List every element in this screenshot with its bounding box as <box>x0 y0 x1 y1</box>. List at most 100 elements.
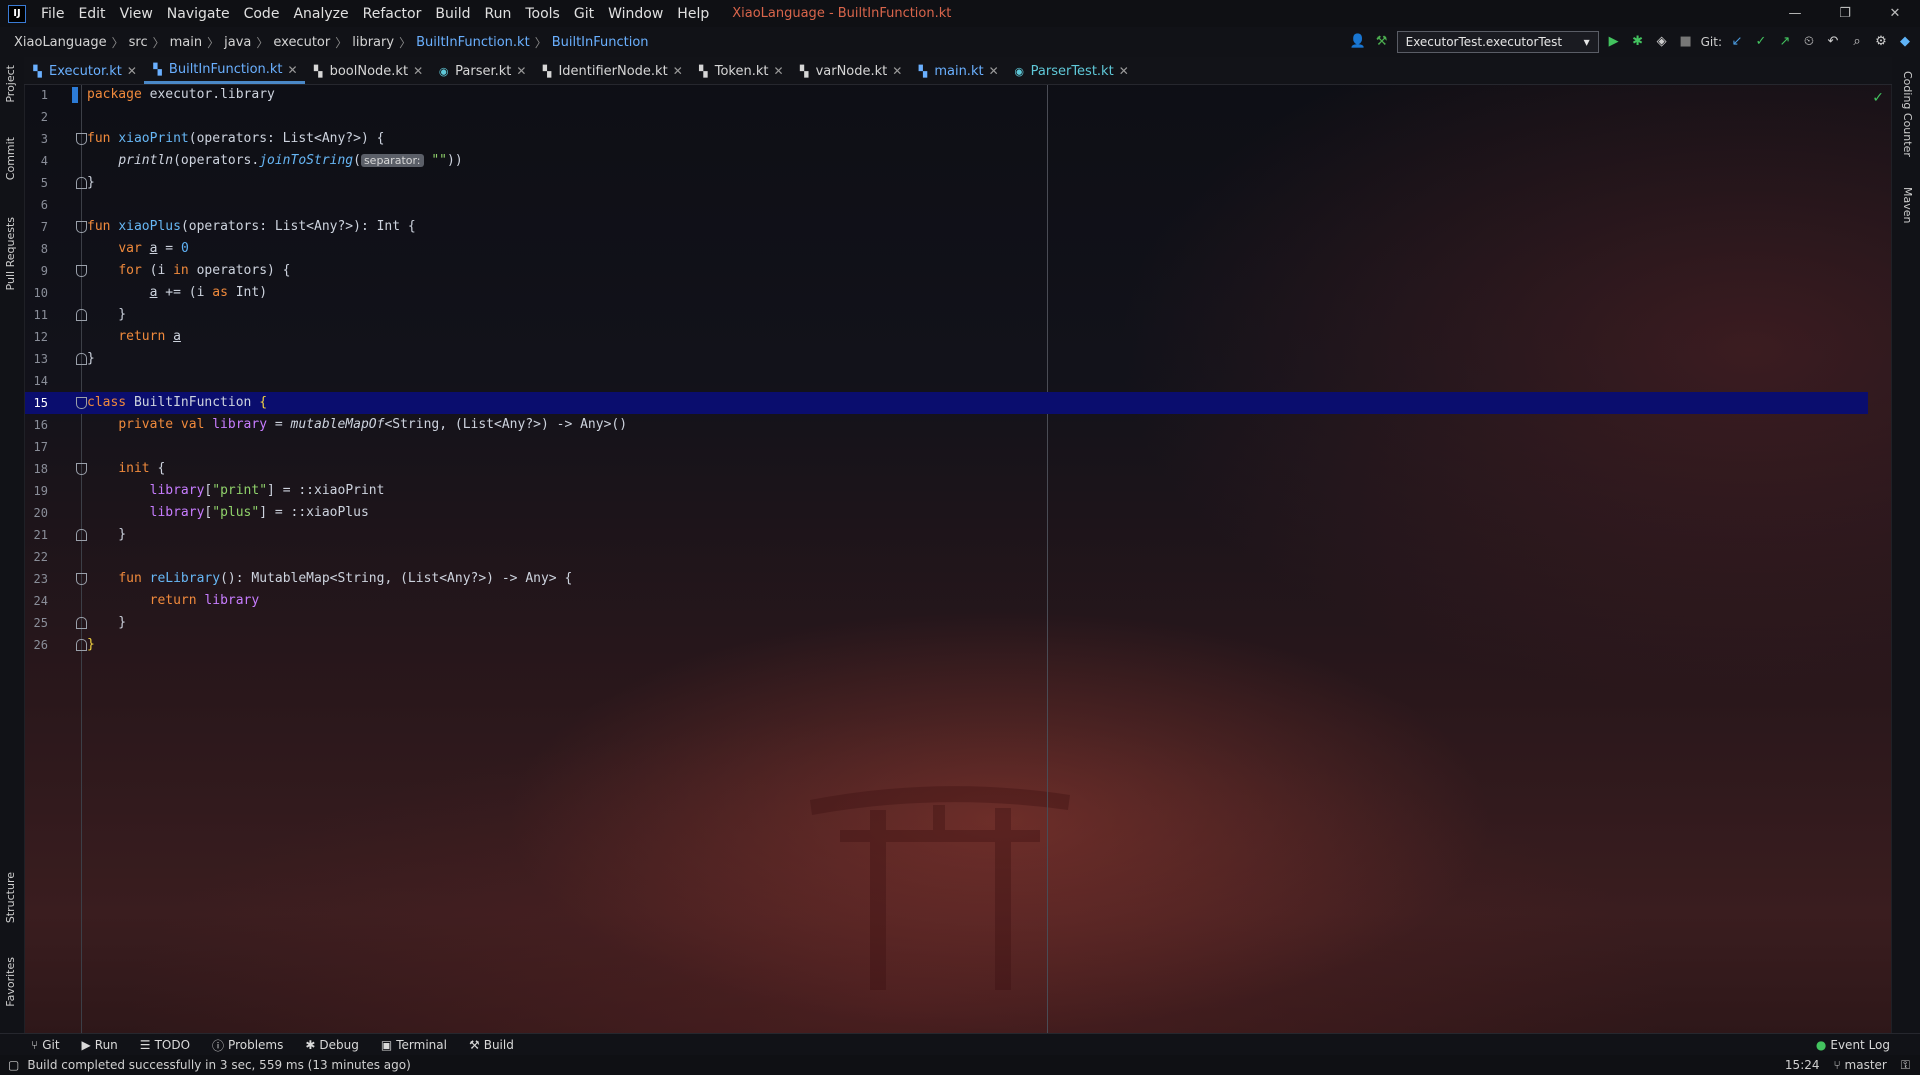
user-icon[interactable]: 👤 <box>1349 33 1367 51</box>
menu-tools[interactable]: Tools <box>518 6 567 22</box>
code-line[interactable]: 7 fun xiaoPlus(operators: List<Any?>): In… <box>24 216 1868 238</box>
tab-parser[interactable]: ◉ Parser.kt ✕ <box>430 58 533 84</box>
code-line[interactable]: 6 <box>24 194 1868 216</box>
rollback-icon[interactable]: ↶ <box>1824 33 1842 51</box>
no-problems-check-icon[interactable]: ✓ <box>1872 90 1884 106</box>
code-line[interactable]: 14 <box>24 370 1868 392</box>
tool-tab-project[interactable]: Project <box>4 65 17 103</box>
tool-tab-structure[interactable]: Structure <box>4 872 17 923</box>
tab-token[interactable]: ▚ Token.kt ✕ <box>690 58 791 84</box>
code-line[interactable]: 26} <box>24 634 1868 656</box>
code-line[interactable]: 12 return a <box>24 326 1868 348</box>
fold-icon[interactable] <box>76 617 87 629</box>
minimize-icon[interactable]: — <box>1770 0 1820 27</box>
close-tab-icon[interactable]: ✕ <box>1119 64 1129 78</box>
fold-icon[interactable] <box>76 221 87 233</box>
breadcrumb-java[interactable]: java <box>222 35 253 50</box>
menu-run[interactable]: Run <box>478 6 519 22</box>
stop-icon[interactable]: ■ <box>1677 33 1695 51</box>
code-editor[interactable]: ✓ 1 package executor.library 2 3 fun xiaoP… <box>24 84 1892 1033</box>
code-line[interactable]: 8 var a = 0 <box>24 238 1868 260</box>
fold-icon[interactable] <box>76 639 87 651</box>
breadcrumb-project[interactable]: XiaoLanguage <box>12 35 109 50</box>
tool-tab-maven[interactable]: Maven <box>1901 187 1914 223</box>
breadcrumb-executor[interactable]: executor <box>271 35 332 50</box>
code-line[interactable]: 2 <box>24 106 1868 128</box>
menu-build[interactable]: Build <box>428 6 477 22</box>
breadcrumb-library[interactable]: library <box>350 35 396 50</box>
tool-todo-button[interactable]: ☰ TODO <box>129 1038 201 1052</box>
tab-main[interactable]: ▚ main.kt ✕ <box>909 58 1005 84</box>
menu-analyze[interactable]: Analyze <box>286 6 355 22</box>
tool-debug-button[interactable]: ✱ Debug <box>294 1038 370 1052</box>
code-line[interactable]: 24 return library <box>24 590 1868 612</box>
code-line[interactable]: 9 for (i in operators) { <box>24 260 1868 282</box>
code-line[interactable]: 20 library["plus"] = ::xiaoPlus <box>24 502 1868 524</box>
fold-icon[interactable] <box>76 353 87 365</box>
settings-gear-icon[interactable]: ⚙ <box>1872 33 1890 51</box>
code-line[interactable]: 11 } <box>24 304 1868 326</box>
tab-boolnode[interactable]: ▚ boolNode.kt ✕ <box>305 58 431 84</box>
intellij-logo-icon[interactable]: IJ <box>8 4 26 23</box>
run-configuration-select[interactable]: ExecutorTest.executorTest ▾ <box>1396 31 1599 53</box>
menu-git[interactable]: Git <box>567 6 601 22</box>
close-tab-icon[interactable]: ✕ <box>413 64 423 78</box>
tab-varnode[interactable]: ▚ varNode.kt ✕ <box>791 58 910 84</box>
menu-code[interactable]: Code <box>237 6 287 22</box>
lock-icon[interactable]: ⚿ <box>1901 1058 1910 1073</box>
coverage-icon[interactable]: ◈ <box>1653 33 1671 51</box>
run-icon[interactable]: ▶ <box>1605 33 1623 51</box>
fold-icon[interactable] <box>76 133 87 145</box>
tool-run-button[interactable]: ▶ Run <box>71 1038 129 1052</box>
close-tab-icon[interactable]: ✕ <box>774 64 784 78</box>
fold-icon[interactable] <box>76 177 87 189</box>
tool-tab-commit[interactable]: Commit <box>4 137 17 180</box>
menu-edit[interactable]: Edit <box>71 6 112 22</box>
code-line[interactable]: 21 } <box>24 524 1868 546</box>
tool-git-button[interactable]: ⑂ Git <box>20 1038 71 1052</box>
tool-tab-coding-counter[interactable]: Coding Counter <box>1901 71 1914 157</box>
fold-icon[interactable] <box>76 265 87 277</box>
tab-identifiernode[interactable]: ▚ IdentifierNode.kt ✕ <box>533 58 689 84</box>
code-line[interactable]: 5} <box>24 172 1868 194</box>
git-push-icon[interactable]: ↗ <box>1776 33 1794 51</box>
menu-navigate[interactable]: Navigate <box>160 6 237 22</box>
tool-tab-favorites[interactable]: Favorites <box>4 957 17 1007</box>
fold-icon[interactable] <box>76 573 87 585</box>
fold-icon[interactable] <box>76 529 87 541</box>
close-tab-icon[interactable]: ✕ <box>989 64 999 78</box>
breadcrumb-class[interactable]: BuiltInFunction <box>550 35 651 50</box>
git-branch-widget[interactable]: ⑂ master <box>1834 1058 1887 1072</box>
git-commit-icon[interactable]: ✓ <box>1752 33 1770 51</box>
search-icon[interactable]: ⌕ <box>1848 33 1866 51</box>
code-line-current[interactable]: 15 class BuiltInFunction { <box>24 392 1868 414</box>
fold-icon[interactable] <box>76 463 87 475</box>
breadcrumb-main[interactable]: main <box>168 35 204 50</box>
menu-refactor[interactable]: Refactor <box>356 6 429 22</box>
code-line[interactable]: 23 fun reLibrary(): MutableMap<String, (… <box>24 568 1868 590</box>
build-hammer-icon[interactable]: ⚒ <box>1373 33 1391 51</box>
code-line[interactable]: 19 library["print"] = ::xiaoPrint <box>24 480 1868 502</box>
code-line[interactable]: 10 a += (i as Int) <box>24 282 1868 304</box>
menu-help[interactable]: Help <box>670 6 716 22</box>
code-line[interactable]: 4 println(operators.joinToString(separat… <box>24 150 1868 172</box>
tool-problems-button[interactable]: ⓘ Problems <box>201 1037 294 1054</box>
code-line[interactable]: 18 init { <box>24 458 1868 480</box>
fold-icon[interactable] <box>76 309 87 321</box>
close-tab-icon[interactable]: ✕ <box>516 64 526 78</box>
tab-parsertest[interactable]: ◉ ParserTest.kt ✕ <box>1006 58 1136 84</box>
menu-view[interactable]: View <box>113 6 160 22</box>
close-tab-icon[interactable]: ✕ <box>673 64 683 78</box>
status-panel-icon[interactable]: ▢ <box>8 1058 19 1072</box>
status-message[interactable]: Build completed successfully in 3 sec, 5… <box>27 1058 410 1072</box>
breadcrumb-file[interactable]: BuiltInFunction.kt <box>414 35 532 50</box>
close-tab-icon[interactable]: ✕ <box>892 64 902 78</box>
caret-position[interactable]: 15:24 <box>1785 1058 1820 1072</box>
code-line[interactable]: 3 fun xiaoPrint(operators: List<Any?>) { <box>24 128 1868 150</box>
tool-build-button[interactable]: ⚒ Build <box>458 1038 525 1052</box>
tab-executor[interactable]: ▚ Executor.kt ✕ <box>24 58 144 84</box>
code-line[interactable]: 1 package executor.library <box>24 84 1868 106</box>
debug-icon[interactable]: ✱ <box>1629 33 1647 51</box>
tool-tab-pull-requests[interactable]: Pull Requests <box>4 217 17 290</box>
plugin-icon[interactable]: ◆ <box>1896 33 1914 51</box>
